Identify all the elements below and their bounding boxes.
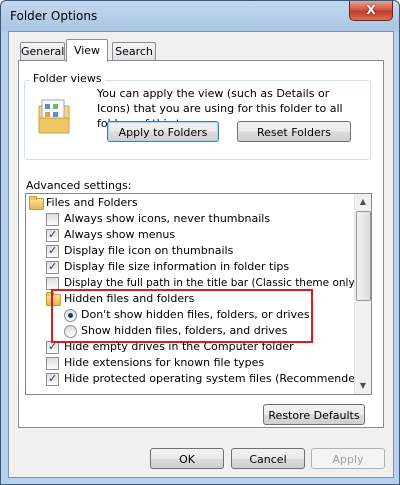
option-label: Hide extensions for known file types bbox=[64, 356, 265, 369]
radio-dot-icon bbox=[68, 313, 73, 318]
checkbox-checked[interactable]: ✓ bbox=[46, 372, 59, 386]
checkbox-checked[interactable]: ✓ bbox=[46, 244, 59, 258]
option-label: Don't show hidden files, folders, or dri… bbox=[81, 308, 310, 321]
radio-selected[interactable] bbox=[64, 309, 77, 322]
check-mark-icon: ✓ bbox=[48, 372, 58, 385]
reset-folders-button[interactable]: Reset Folders bbox=[237, 121, 351, 142]
scrollbar-thumb[interactable] bbox=[356, 211, 371, 301]
close-button[interactable]: X bbox=[349, 1, 393, 21]
cancel-button[interactable]: Cancel bbox=[231, 448, 305, 469]
dialog-client-area: General View Search Folder views You can… bbox=[8, 31, 394, 478]
option-label: Display file icon on thumbnails bbox=[64, 244, 234, 257]
restore-defaults-button[interactable]: Restore Defaults bbox=[263, 404, 365, 425]
option-label: Display file size information in folder … bbox=[64, 260, 290, 273]
option-label: Hide empty drives in the Computer folder bbox=[64, 340, 294, 353]
vertical-scrollbar[interactable]: ▲ ▼ bbox=[354, 194, 371, 394]
checkbox-unchecked[interactable] bbox=[46, 277, 59, 290]
option-label: Hide protected operating system files (R… bbox=[64, 372, 367, 385]
checkbox-checked[interactable]: ✓ bbox=[46, 260, 59, 274]
folder-icon bbox=[46, 292, 61, 306]
view-tab-content: Folder views You can apply the view (suc… bbox=[9, 32, 393, 477]
scroll-up-arrow-icon[interactable]: ▲ bbox=[355, 194, 371, 210]
window-title: Folder Options bbox=[10, 9, 98, 23]
tree-folder-label: Files and Folders bbox=[46, 196, 138, 209]
check-mark-icon: ✓ bbox=[48, 340, 58, 353]
scroll-down-arrow-icon[interactable]: ▼ bbox=[355, 378, 371, 394]
ok-button[interactable]: OK bbox=[150, 448, 224, 469]
checkbox-unchecked[interactable] bbox=[46, 213, 59, 226]
close-icon: X bbox=[366, 3, 376, 17]
checkbox-unchecked[interactable] bbox=[46, 357, 59, 370]
check-mark-icon: ✓ bbox=[48, 260, 58, 273]
apply-to-folders-button[interactable]: Apply to Folders bbox=[107, 121, 219, 142]
check-mark-icon: ✓ bbox=[48, 244, 58, 257]
advanced-settings-label: Advanced settings: bbox=[26, 179, 132, 192]
option-label: Always show icons, never thumbnails bbox=[64, 212, 271, 225]
advanced-settings-list[interactable]: Files and Folders Always show icons, nev… bbox=[25, 193, 372, 395]
option-label: Display the full path in the title bar (… bbox=[64, 277, 359, 289]
checkbox-checked[interactable]: ✓ bbox=[46, 228, 59, 242]
option-label: Always show menus bbox=[64, 228, 176, 241]
folder-options-window: Folder Options X General View Search Fol… bbox=[0, 0, 400, 485]
folder-icon bbox=[29, 196, 44, 210]
tree-folder-label: Hidden files and folders bbox=[64, 292, 195, 305]
radio-unselected[interactable] bbox=[64, 325, 77, 338]
apply-button[interactable]: Apply bbox=[311, 448, 385, 469]
option-label: Show hidden files, folders, and drives bbox=[81, 324, 288, 337]
check-mark-icon: ✓ bbox=[48, 228, 58, 241]
title-bar[interactable]: Folder Options X bbox=[1, 1, 399, 31]
folder-views-label: Folder views bbox=[30, 72, 105, 85]
checkbox-checked[interactable]: ✓ bbox=[46, 340, 59, 354]
folder-views-icon bbox=[38, 99, 70, 134]
